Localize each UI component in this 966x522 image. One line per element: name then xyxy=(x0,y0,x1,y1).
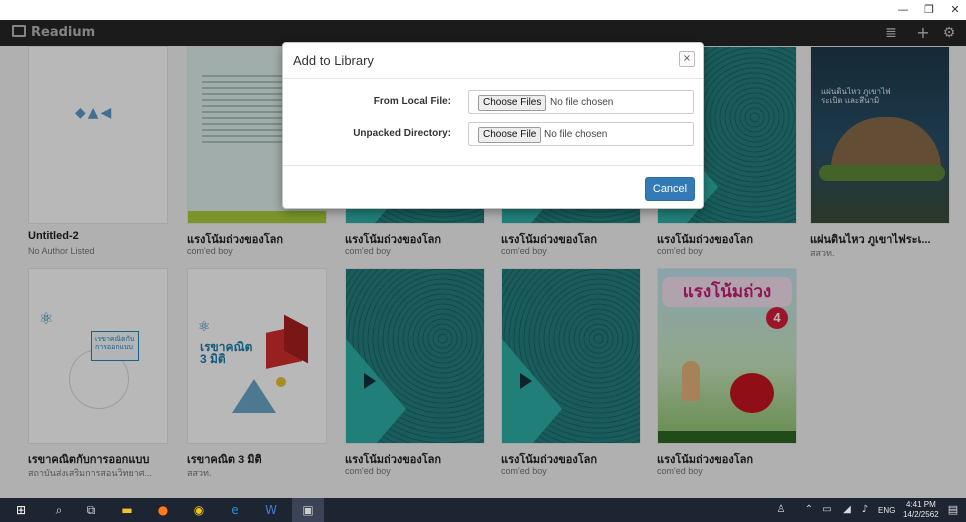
dialog-header: Add to Library × xyxy=(283,43,703,79)
clock-date[interactable]: 14/2/2562 xyxy=(903,510,939,519)
local-file-status: No file chosen xyxy=(550,97,614,108)
add-to-library-dialog: Add to Library × From Local File: Choose… xyxy=(282,42,704,209)
show-hidden-icons[interactable]: ⌃ xyxy=(800,502,818,518)
unpacked-directory-label: Unpacked Directory: xyxy=(353,128,451,139)
input-language[interactable]: ENG xyxy=(878,506,895,515)
notifications-icon[interactable]: ▤ xyxy=(944,502,962,518)
windows-start-icon[interactable]: ⊞ xyxy=(12,502,30,518)
chrome-icon[interactable]: ◉ xyxy=(190,502,208,518)
local-file-input[interactable]: Choose Files No file chosen xyxy=(468,90,694,114)
task-view-icon[interactable]: ⧉ xyxy=(82,502,100,518)
unpacked-directory-row: Unpacked Directory: Choose File No file … xyxy=(283,122,703,146)
word-icon[interactable]: W xyxy=(262,502,280,518)
close-icon[interactable]: × xyxy=(679,51,695,67)
volume-icon[interactable]: ♪ xyxy=(856,502,874,518)
choose-file-button[interactable]: Choose File xyxy=(478,127,542,143)
unpacked-directory-status: No file chosen xyxy=(544,129,608,140)
network-icon[interactable]: ◢ xyxy=(838,502,856,518)
window-titlebar: — ❐ ✕ xyxy=(0,0,966,20)
windows-taskbar: ⊞ ⌕ ⧉ ▬ ● ◉ e W ▣ ♙ ⌃ ▭ ◢ ♪ ENG 4:41 PM … xyxy=(0,498,966,522)
cancel-button[interactable]: Cancel xyxy=(645,177,695,201)
clock-time[interactable]: 4:41 PM xyxy=(906,500,936,509)
readium-taskbar-icon[interactable]: ▣ xyxy=(299,502,317,518)
unpacked-directory-input[interactable]: Choose File No file chosen xyxy=(468,122,694,146)
edge-icon[interactable]: e xyxy=(226,502,244,518)
dialog-footer-divider xyxy=(283,165,703,166)
search-icon[interactable]: ⌕ xyxy=(50,502,68,518)
choose-files-button[interactable]: Choose Files xyxy=(478,95,547,111)
local-file-label: From Local File: xyxy=(373,96,451,107)
dialog-title: Add to Library xyxy=(293,53,374,68)
close-window-button[interactable]: ✕ xyxy=(940,2,966,18)
local-file-row: From Local File: Choose Files No file ch… xyxy=(283,90,703,114)
firefox-icon[interactable]: ● xyxy=(154,502,172,518)
battery-icon[interactable]: ▭ xyxy=(818,502,836,518)
people-icon[interactable]: ♙ xyxy=(772,502,790,518)
file-explorer-icon[interactable]: ▬ xyxy=(118,502,136,518)
